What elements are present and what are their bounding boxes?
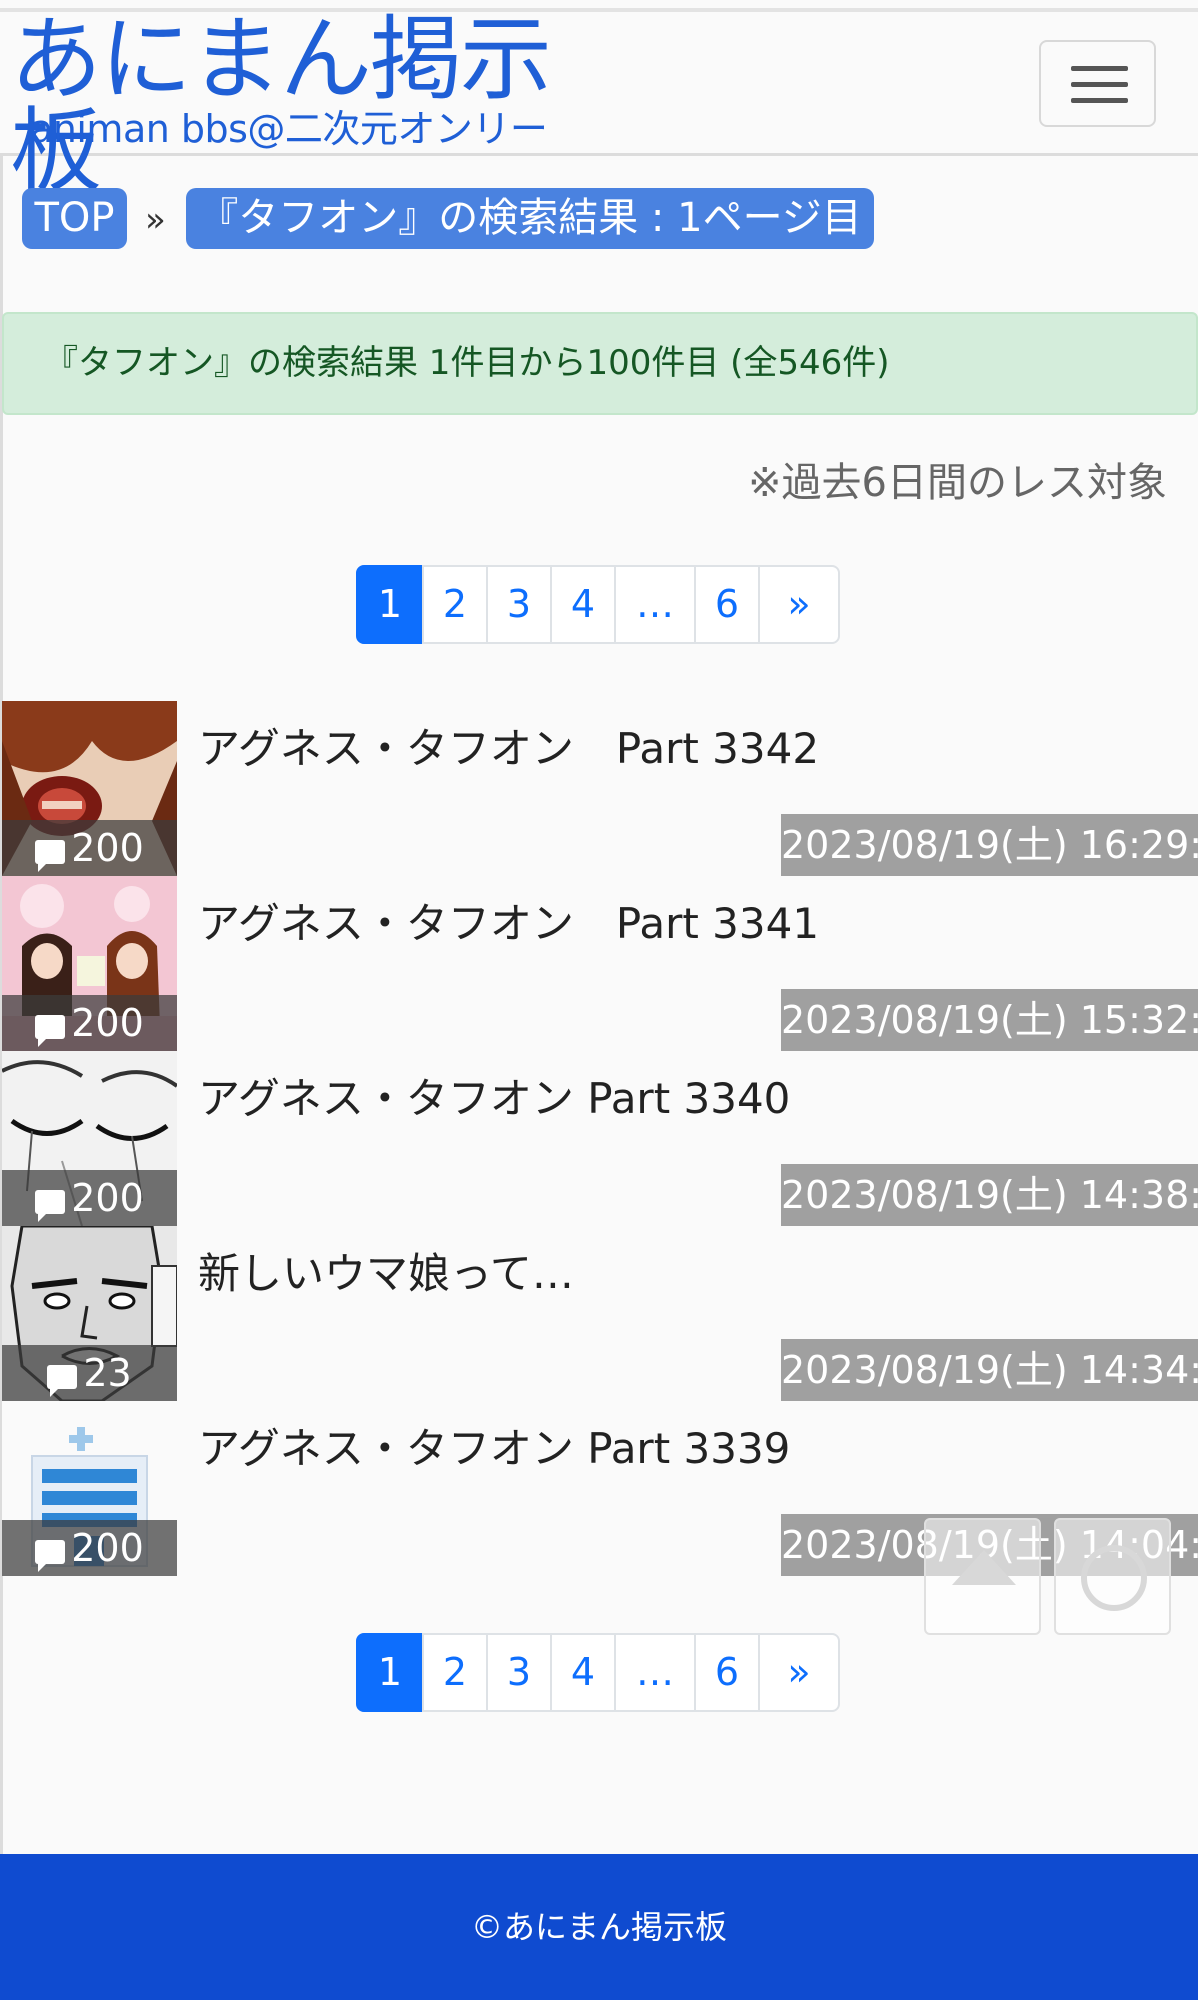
comment-icon [35,1540,66,1572]
search-scope-note: ※過去6日間のレス対象 [748,460,1167,506]
thread-thumbnail: 200 [2,701,177,876]
page-link-3[interactable]: 3 [486,1633,552,1712]
reply-count: 200 [2,995,177,1051]
page-link-2[interactable]: 2 [422,565,488,644]
reply-count: 200 [2,1520,177,1576]
search-result-alert: 『タフオン』の検索結果 1件目から100件目 (全546件) [2,312,1198,415]
page-link-3[interactable]: 3 [486,565,552,644]
scroll-to-top-button[interactable] [924,1518,1041,1635]
breadcrumb-separator: » [145,200,166,240]
thread-thumbnail: 200 [2,1401,177,1576]
thread-date: 2023/08/19(土) 15:32:24 [781,989,1198,1051]
comment-icon [35,1015,66,1047]
page-ellipsis: … [614,565,696,644]
footer-copyright: ©あにまん掲示板 [470,1908,727,1946]
comment-icon [35,840,66,872]
menu-toggle-button[interactable] [1039,40,1156,127]
site-logo[interactable]: あにまん掲示板 animan bbs@二次元オンリー [10,14,610,198]
thread-date: 2023/08/19(土) 14:38:52 [781,1164,1198,1226]
page-link-1[interactable]: 1 [356,1633,424,1712]
logo-subtitle: animan bbs@二次元オンリー [30,107,548,151]
thread-item[interactable]: 23 新しいウマ娘って… 2023/08/19(土) 14:34:24 [0,1226,1198,1401]
thread-date: 2023/08/19(土) 16:29:39 [781,814,1198,876]
comment-icon [47,1365,78,1397]
site-footer: ©あにまん掲示板 [0,1854,1198,2000]
page-link-2[interactable]: 2 [422,1633,488,1712]
page-link-6[interactable]: 6 [694,1633,760,1712]
thread-title[interactable]: アグネス・タフオン Part 3341 [198,890,819,951]
pagination-bottom: 1 2 3 4 … 6 » [356,1633,840,1712]
reply-count: 200 [2,1170,177,1226]
reload-icon [1081,1545,1147,1611]
thread-title[interactable]: アグネス・タフオン Part 3342 [198,715,819,776]
site-header: あにまん掲示板 animan bbs@二次元オンリー [0,12,1198,198]
logo-title: あにまん掲示板 [10,6,552,205]
thread-title[interactable]: アグネス・タフオン Part 3339 [198,1415,790,1476]
reply-count: 200 [2,820,177,876]
reply-count: 23 [2,1345,177,1401]
thread-item[interactable]: 200 アグネス・タフオン Part 3341 2023/08/19(土) 15… [0,876,1198,1051]
pagination-top: 1 2 3 4 … 6 » [356,565,840,644]
reload-button[interactable] [1054,1518,1171,1635]
page-link-4[interactable]: 4 [550,565,616,644]
thread-title[interactable]: アグネス・タフオン Part 3340 [198,1065,790,1126]
page-next-link[interactable]: » [758,565,840,644]
page-link-1[interactable]: 1 [356,565,424,644]
comment-icon [35,1190,66,1222]
thread-item[interactable]: 200 アグネス・タフオン Part 3342 2023/08/19(土) 16… [0,701,1198,876]
thread-thumbnail: 200 [2,876,177,1051]
thread-thumbnail: 23 [2,1226,177,1401]
thread-item[interactable]: 200 アグネス・タフオン Part 3340 2023/08/19(土) 14… [0,1051,1198,1226]
thread-thumbnail: 200 [2,1051,177,1226]
triangle-up-icon [952,1550,1016,1585]
thread-title[interactable]: 新しいウマ娘って… [198,1240,574,1301]
thread-date: 2023/08/19(土) 14:34:24 [781,1339,1198,1401]
page-link-4[interactable]: 4 [550,1633,616,1712]
page-link-6[interactable]: 6 [694,565,760,644]
breadcrumb-current[interactable]: 『タフオン』の検索結果 : 1ページ目 [186,188,874,249]
page-ellipsis: … [614,1633,696,1712]
page-next-link[interactable]: » [758,1633,840,1712]
breadcrumb-top-link[interactable]: TOP [22,188,127,249]
